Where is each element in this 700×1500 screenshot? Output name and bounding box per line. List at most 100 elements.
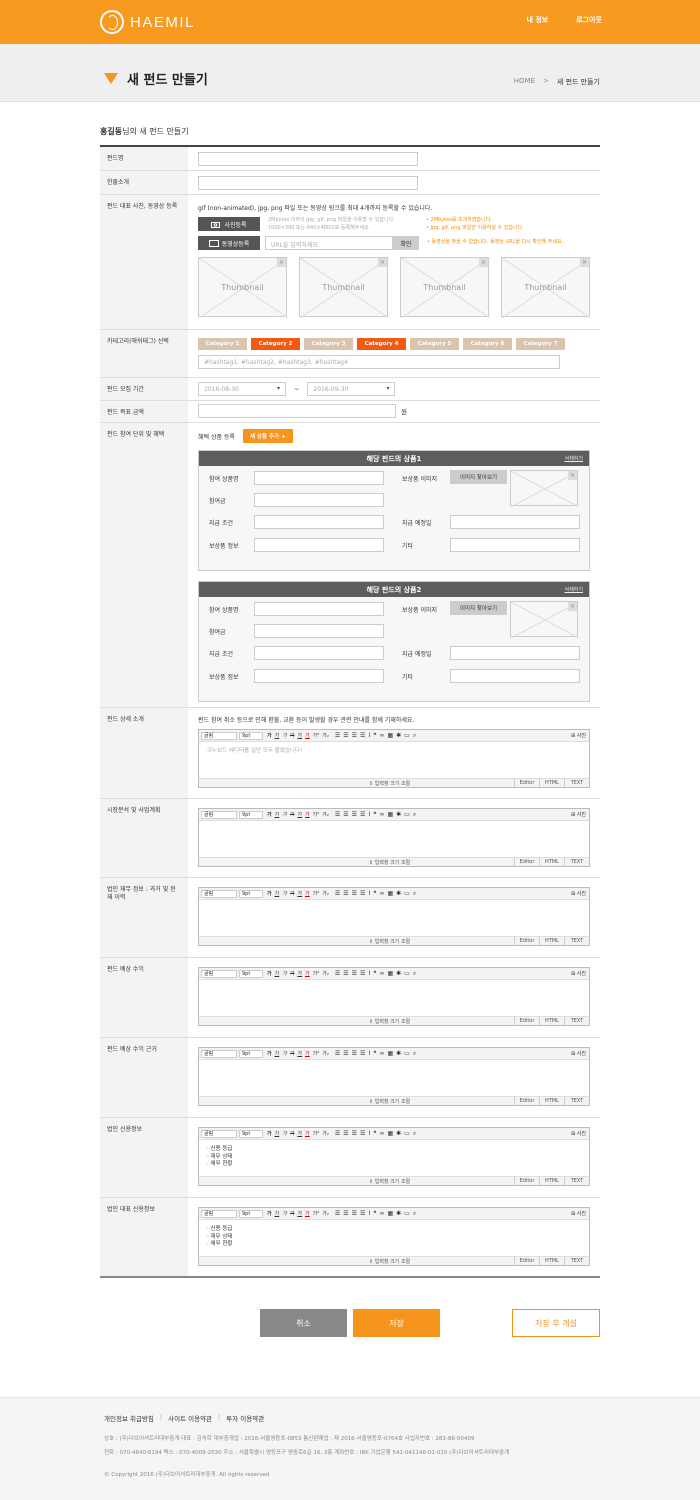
find-image-button[interactable]: 이미지 찾아보기 — [450, 601, 507, 615]
text-tab[interactable]: TEXT — [564, 1257, 589, 1265]
superscript-button[interactable]: 가² — [313, 970, 320, 977]
close-icon[interactable]: × — [580, 258, 589, 267]
bold-button[interactable]: 가 — [267, 1130, 272, 1137]
resize-handle[interactable]: ⇕ 입력창 크기 조절 — [369, 1098, 410, 1105]
special-char-icon[interactable]: ✱ — [396, 890, 401, 898]
superscript-button[interactable]: 가² — [313, 890, 320, 897]
quote-icon[interactable]: ❝ — [373, 890, 376, 898]
html-tab[interactable]: HTML — [539, 1097, 564, 1105]
bold-button[interactable]: 가 — [267, 1210, 272, 1217]
nav-logout[interactable]: 로그아웃 — [576, 15, 602, 25]
photo-insert-button[interactable]: ⊞ 사진 — [571, 732, 586, 739]
italic-button[interactable]: 가 — [282, 1130, 287, 1137]
align-justify-icon[interactable]: ☰ — [360, 732, 365, 740]
html-tab[interactable]: HTML — [539, 1257, 564, 1265]
table-icon[interactable]: ▦ — [387, 811, 393, 819]
subscript-button[interactable]: 가₂ — [322, 732, 329, 739]
calendar-icon[interactable]: ▭ — [404, 1050, 410, 1058]
delete-link[interactable]: 삭제하기 — [565, 455, 583, 462]
reward-condition-input[interactable] — [254, 646, 384, 660]
table-icon[interactable]: ▦ — [387, 732, 393, 740]
quote-icon[interactable]: ❝ — [373, 811, 376, 819]
font-select[interactable]: 굴림 — [201, 731, 237, 740]
editor-tab[interactable]: Editor — [514, 858, 539, 866]
search-icon[interactable]: ⌕ — [413, 732, 416, 740]
line-height-icon[interactable]: I — [368, 811, 370, 819]
editor-text-area[interactable]: · 신용 등급 · 재무 상태 · 채무 현황 — [199, 1220, 589, 1256]
close-icon[interactable]: × — [479, 258, 488, 267]
text-color-button[interactable]: 가 — [297, 732, 302, 739]
font-select[interactable]: 굴림 — [201, 969, 237, 978]
reward-etc-input[interactable] — [450, 669, 580, 683]
size-select[interactable]: 9pt — [239, 1129, 263, 1138]
align-justify-icon[interactable]: ☰ — [360, 1210, 365, 1218]
category-chip[interactable]: Category 1 — [198, 338, 247, 350]
text-tab[interactable]: TEXT — [564, 937, 589, 945]
editor-tab[interactable]: Editor — [514, 1257, 539, 1265]
special-char-icon[interactable]: ✱ — [396, 1050, 401, 1058]
photo-insert-button[interactable]: ⊞ 사진 — [571, 1050, 586, 1057]
close-icon[interactable]: × — [277, 258, 286, 267]
align-right-icon[interactable]: ☰ — [352, 890, 357, 898]
editor-tab[interactable]: Editor — [514, 1017, 539, 1025]
bold-button[interactable]: 가 — [267, 1050, 272, 1057]
subscript-button[interactable]: 가₂ — [322, 890, 329, 897]
reward-info-input[interactable] — [254, 538, 384, 552]
editor-text-area[interactable]: · 신용 등급 · 재무 상태 · 채무 현황 — [199, 1140, 589, 1176]
table-icon[interactable]: ▦ — [387, 1050, 393, 1058]
strike-button[interactable]: 가 — [290, 1130, 295, 1137]
link-icon[interactable]: ∞ — [379, 1130, 384, 1138]
category-chip[interactable]: Category 3 — [304, 338, 353, 350]
bold-button[interactable]: 가 — [267, 811, 272, 818]
html-tab[interactable]: HTML — [539, 1017, 564, 1025]
hashtag-input[interactable]: #hashtag1, #hashtag2, #hashtag3, #hashta… — [198, 355, 560, 369]
detail-editor[interactable]: 굴림 9pt 가 가 가 가 가 가 가² 가₂ ☰ ☰ ☰ ☰ I ❝ ∞ ▦ ✱ ▭ ⌕ ⊞ 사진 크누보드 에디터를 … — [198, 729, 590, 788]
photo-insert-button[interactable]: ⊞ 사진 — [571, 811, 586, 818]
link-icon[interactable]: ∞ — [379, 890, 384, 898]
period-start-select[interactable]: 2016-08-30 — [198, 381, 286, 396]
editor-text-area[interactable] — [199, 1060, 589, 1096]
text-color-button[interactable]: 가 — [297, 1050, 302, 1057]
underline-button[interactable]: 가 — [275, 732, 280, 739]
html-tab[interactable]: HTML — [539, 937, 564, 945]
resize-handle[interactable]: ⇕ 입력창 크기 조절 — [369, 780, 410, 787]
subscript-button[interactable]: 가₂ — [322, 1210, 329, 1217]
calendar-icon[interactable]: ▭ — [404, 732, 410, 740]
align-justify-icon[interactable]: ☰ — [360, 1130, 365, 1138]
calendar-icon[interactable]: ▭ — [404, 970, 410, 978]
thumbnail[interactable]: Thumbnail × — [400, 257, 490, 318]
editor-text-area[interactable] — [199, 980, 589, 1016]
ceo-credit-editor[interactable]: 굴림 9pt 가 가 가 가 가 가 가² 가₂ ☰ ☰ ☰ ☰ I ❝ ∞ ▦ ✱ ▭ ⌕ ⊞ 사진 · 신용 등급 · … — [198, 1207, 590, 1266]
strike-button[interactable]: 가 — [290, 890, 295, 897]
size-select[interactable]: 9pt — [239, 1209, 263, 1218]
editor-text-area[interactable] — [199, 900, 589, 936]
photo-insert-button[interactable]: ⊞ 사진 — [571, 970, 586, 977]
market-editor[interactable]: 굴림 9pt 가 가 가 가 가 가 가² 가₂ ☰ ☰ ☰ ☰ I ❝ ∞ ▦ ✱ ▭ ⌕ ⊞ 사진 ⇕ 입력창 크기 조… — [198, 808, 590, 867]
subscript-button[interactable]: 가₂ — [322, 970, 329, 977]
yield-basis-editor[interactable]: 굴림 9pt 가 가 가 가 가 가 가² 가₂ ☰ ☰ ☰ ☰ I ❝ ∞ ▦ ✱ ▭ ⌕ ⊞ 사진 ⇕ 입력창 크기 조… — [198, 1047, 590, 1106]
quote-icon[interactable]: ❝ — [373, 970, 376, 978]
text-tab[interactable]: TEXT — [564, 1177, 589, 1185]
find-image-button[interactable]: 이미지 찾아보기 — [450, 470, 507, 484]
align-center-icon[interactable]: ☰ — [343, 970, 348, 978]
link-icon[interactable]: ∞ — [379, 732, 384, 740]
editor-tab[interactable]: Editor — [514, 1097, 539, 1105]
text-color-button[interactable]: 가 — [297, 1210, 302, 1217]
site-terms-link[interactable]: 사이트 이용약관 — [168, 1413, 212, 1423]
font-select[interactable]: 굴림 — [201, 1209, 237, 1218]
strike-button[interactable]: 가 — [290, 811, 295, 818]
align-center-icon[interactable]: ☰ — [343, 811, 348, 819]
reward-amount-input[interactable] — [254, 493, 384, 507]
quote-icon[interactable]: ❝ — [373, 732, 376, 740]
strike-button[interactable]: 가 — [290, 1210, 295, 1217]
category-chip-selected[interactable]: Category 4 — [357, 338, 406, 350]
align-justify-icon[interactable]: ☰ — [360, 970, 365, 978]
special-char-icon[interactable]: ✱ — [396, 1210, 401, 1218]
bg-color-button[interactable]: 가 — [305, 1210, 310, 1217]
special-char-icon[interactable]: ✱ — [396, 811, 401, 819]
align-left-icon[interactable]: ☰ — [335, 1050, 340, 1058]
align-right-icon[interactable]: ☰ — [352, 1130, 357, 1138]
text-color-button[interactable]: 가 — [297, 970, 302, 977]
save-and-open-button[interactable]: 저장 후 개설 — [512, 1309, 600, 1337]
italic-button[interactable]: 가 — [282, 1050, 287, 1057]
